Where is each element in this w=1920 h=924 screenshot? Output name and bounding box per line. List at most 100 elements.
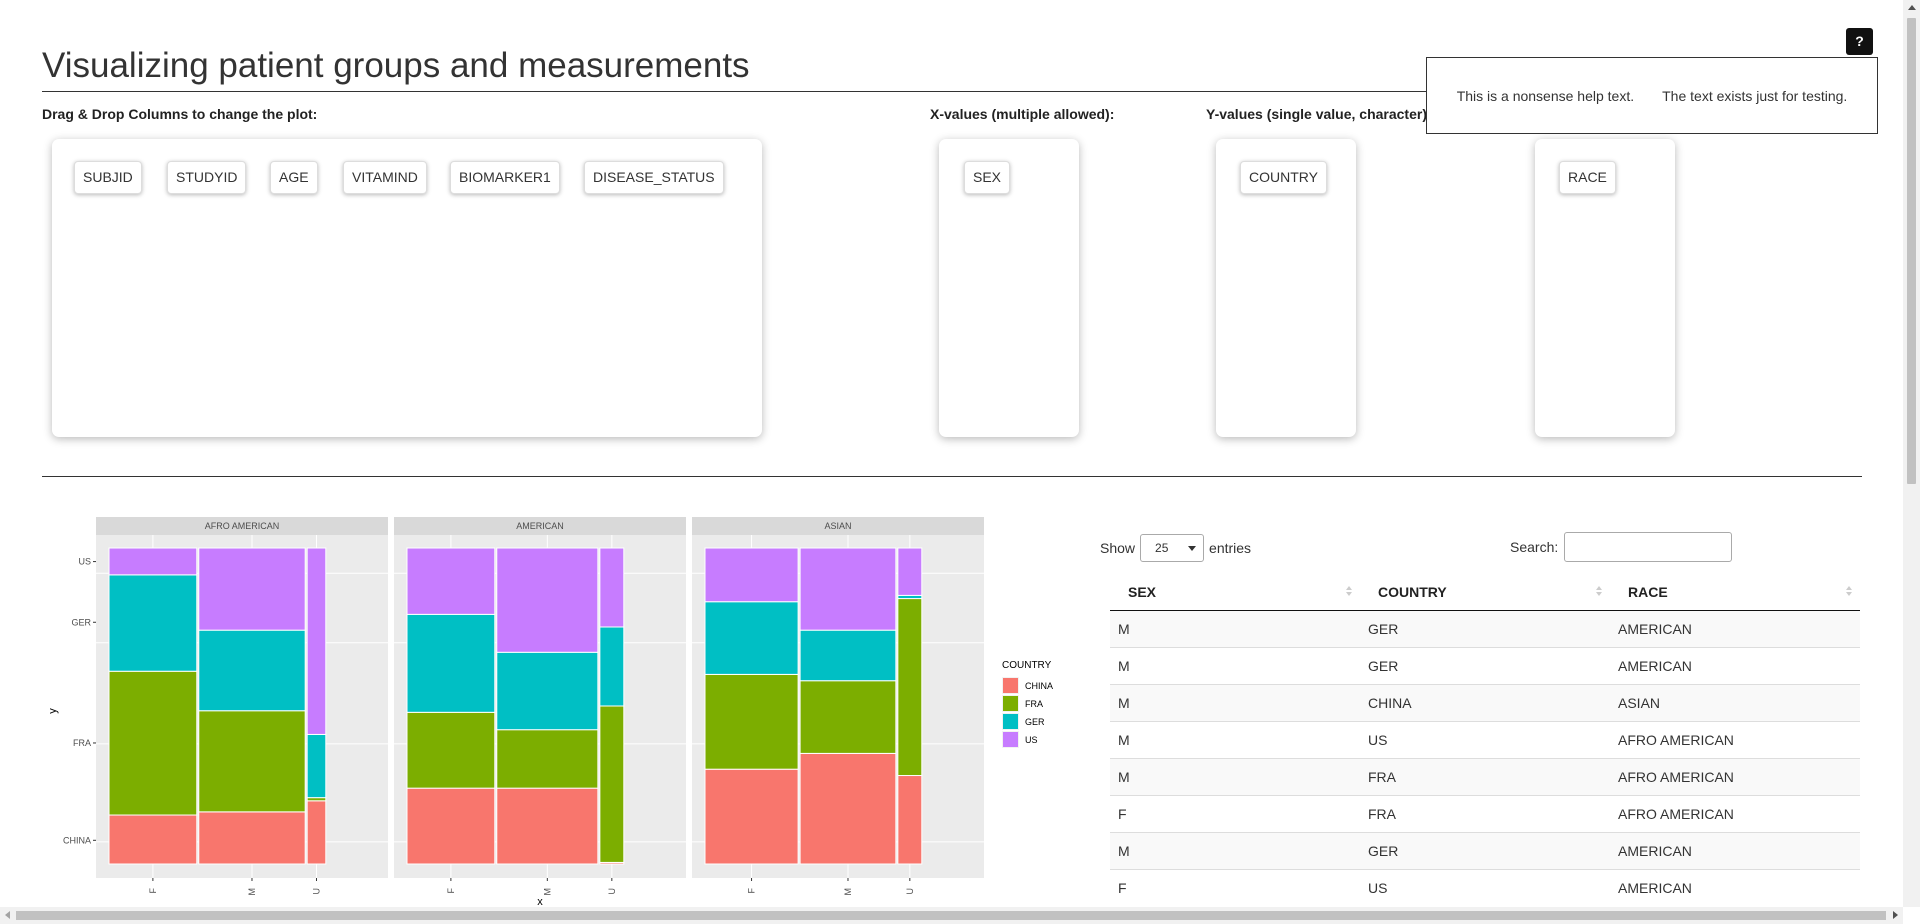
column-chip-subjid[interactable]: SUBJID — [74, 161, 142, 194]
column-header-race[interactable]: RACE — [1610, 574, 1860, 611]
help-button[interactable]: ? — [1846, 28, 1873, 55]
search-input[interactable] — [1564, 532, 1733, 562]
horizontal-scroll-thumb[interactable] — [16, 911, 1886, 920]
legend-label: CHINA — [1025, 681, 1053, 691]
mosaic-tile-fra — [897, 598, 923, 777]
vertical-scrollbar[interactable] — [1903, 0, 1920, 907]
cell-country: FRA — [1360, 757, 1610, 795]
scroll-left-icon[interactable] — [5, 911, 10, 919]
cell-country: FRA — [1360, 794, 1610, 832]
help-text-1: This is a nonsense help text. — [1456, 87, 1635, 104]
x-tick-label: F — [148, 888, 158, 894]
cell-race: ASIAN — [1610, 683, 1860, 721]
scroll-up-icon[interactable] — [1908, 5, 1916, 10]
available-columns-pool[interactable]: SUBJID STUDYID AGE VITAMIND BIOMARKER1 D… — [52, 139, 762, 437]
column-header-label: RACE — [1628, 583, 1668, 600]
mosaic-tile-us — [198, 547, 306, 631]
cell-sex: F — [1110, 794, 1360, 832]
mosaic-tile-ger — [306, 733, 327, 799]
mosaic-tile-us — [108, 547, 198, 576]
mosaic-tile-ger — [198, 629, 306, 712]
x-values-label: X-values (multiple allowed): — [930, 106, 1115, 122]
column-chip-age[interactable]: AGE — [270, 161, 318, 194]
column-chip-vitamind[interactable]: VITAMIND — [343, 161, 427, 194]
mosaic-plot: AFRO AMERICAN F M U AMERICAN F M U ASIAN F M U CHINA… — [47, 517, 1053, 908]
mosaic-tile-us — [704, 547, 799, 603]
x-tick-label: U — [607, 888, 617, 895]
facet-label: ASIAN — [824, 521, 851, 531]
cell-race: AFRO AMERICAN — [1610, 720, 1860, 758]
search-label: Search: — [1510, 539, 1559, 555]
x-tick-label: U — [311, 888, 321, 895]
table-row[interactable]: M US AFRO AMERICAN — [1110, 720, 1860, 758]
sort-icon — [1596, 586, 1602, 598]
help-popover: This is a nonsense help text. The text e… — [1426, 57, 1878, 134]
y-tick-label: FRA — [73, 738, 91, 748]
x-tick-label: M — [542, 888, 552, 896]
column-header-label: SEX — [1128, 583, 1157, 600]
mosaic-tile-fra — [198, 710, 306, 813]
legend-swatch-fra — [1003, 696, 1018, 711]
facet-label: AMERICAN — [516, 521, 564, 531]
cell-sex: M — [1110, 757, 1360, 795]
mosaic-tile-us — [496, 547, 599, 653]
y-values-dropzone[interactable]: COUNTRY — [1216, 139, 1356, 437]
cell-sex: M — [1110, 720, 1360, 758]
mosaic-tile-china — [704, 768, 799, 865]
mosaic-tile-fra — [704, 673, 799, 770]
cell-race: AMERICAN — [1610, 609, 1860, 647]
x-chip-sex[interactable]: SEX — [964, 161, 1011, 194]
column-header-country[interactable]: COUNTRY — [1360, 574, 1610, 611]
cell-country: US — [1360, 720, 1610, 758]
x-tick-label: F — [747, 888, 757, 894]
vertical-scroll-thumb[interactable] — [1907, 18, 1916, 484]
show-label: Show — [1100, 540, 1136, 556]
table-row[interactable]: M GER AMERICAN — [1110, 646, 1860, 684]
column-chip-disease-status[interactable]: DISEASE_STATUS — [584, 161, 724, 194]
column-header-sex[interactable]: SEX — [1110, 574, 1360, 611]
cell-country: GER — [1360, 831, 1610, 869]
mosaic-tile-china — [198, 811, 306, 865]
mosaic-tile-ger — [599, 626, 625, 707]
dragdrop-label: Drag & Drop Columns to change the plot: — [42, 106, 318, 122]
table-row[interactable]: F FRA AFRO AMERICAN — [1110, 794, 1860, 832]
entries-length-control: Show 25 entries — [1100, 534, 1251, 562]
y-chip-country[interactable]: COUNTRY — [1240, 161, 1327, 194]
sort-icon — [1346, 586, 1352, 598]
scroll-right-icon[interactable] — [1893, 911, 1898, 919]
x-values-dropzone[interactable]: SEX — [939, 139, 1079, 437]
horizontal-scrollbar[interactable] — [0, 907, 1903, 924]
cell-sex: M — [1110, 609, 1360, 647]
mosaic-tile-us — [306, 547, 327, 735]
facet-chip-race[interactable]: RACE — [1559, 161, 1616, 194]
table-row[interactable]: M CHINA ASIAN — [1110, 683, 1860, 721]
mosaic-tile-china — [306, 800, 327, 865]
column-chip-studyid[interactable]: STUDYID — [167, 161, 247, 194]
help-text-2: The text exists just for testing. — [1662, 87, 1848, 104]
cell-race: AMERICAN — [1610, 868, 1860, 906]
facet-values-dropzone[interactable]: RACE — [1535, 139, 1675, 437]
entries-select[interactable]: 25 — [1140, 534, 1205, 562]
legend-label: GER — [1025, 717, 1045, 727]
y-tick-label: US — [78, 557, 91, 567]
mosaic-tile-us — [897, 547, 923, 596]
table-row[interactable]: M FRA AFRO AMERICAN — [1110, 757, 1860, 795]
section-divider — [42, 476, 1862, 477]
cell-race: AMERICAN — [1610, 646, 1860, 684]
cell-country: CHINA — [1360, 683, 1610, 721]
x-tick-label: M — [843, 888, 853, 896]
column-chip-biomarker1[interactable]: BIOMARKER1 — [450, 161, 560, 194]
table-row[interactable]: M GER AMERICAN — [1110, 609, 1860, 647]
mosaic-tile-ger — [108, 574, 198, 672]
mosaic-tile-china — [496, 787, 599, 865]
table-row[interactable]: M GER AMERICAN — [1110, 831, 1860, 869]
column-header-label: COUNTRY — [1378, 583, 1447, 600]
x-tick-label: F — [446, 888, 456, 894]
cell-sex: M — [1110, 683, 1360, 721]
cell-country: GER — [1360, 646, 1610, 684]
legend-swatch-ger — [1003, 714, 1018, 729]
entries-label: entries — [1209, 540, 1252, 556]
mosaic-tile-us — [406, 547, 496, 615]
cell-sex: F — [1110, 868, 1360, 906]
table-row[interactable]: F US AMERICAN — [1110, 868, 1860, 906]
